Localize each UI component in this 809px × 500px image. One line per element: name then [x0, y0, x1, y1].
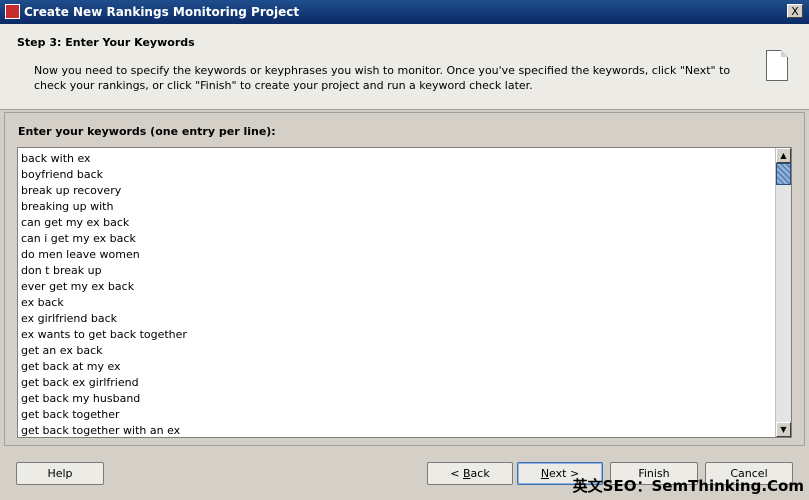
app-icon [5, 4, 20, 19]
keyword-line: get back together with an ex [21, 424, 181, 437]
close-button[interactable]: X [787, 4, 803, 18]
title-bar: Create New Rankings Monitoring Project X [0, 0, 809, 24]
keyword-line: ex wants to get back together [21, 328, 187, 341]
keyword-line: get back at my ex [21, 360, 121, 373]
keywords-textarea[interactable]: back with ex boyfriend back break up recov… [17, 147, 792, 438]
keyword-line: back with ex [21, 152, 91, 165]
keyword-list: back with ex boyfriend back break up recov… [18, 148, 791, 437]
keyword-line: can get my ex back [21, 216, 130, 229]
back-rest: ack [470, 467, 490, 480]
back-prefix: < [450, 467, 463, 480]
scroll-up-button[interactable]: ▲ [776, 148, 791, 163]
document-icon [766, 50, 788, 81]
keyword-line: boyfriend back [21, 168, 104, 181]
keyword-line: can i get my ex back [21, 232, 136, 245]
step-title: Step 3: Enter Your Keywords [17, 36, 195, 49]
keyword-line: ex girlfriend back [21, 312, 118, 325]
next-mnemonic: N [540, 467, 550, 480]
keyword-line: break up recovery [21, 184, 122, 197]
step-description: Now you need to specify the keywords or … [34, 64, 731, 92]
back-button[interactable]: < Back [427, 462, 513, 485]
keywords-label: Enter your keywords (one entry per line)… [18, 125, 276, 138]
keyword-line: get an ex back [21, 344, 103, 357]
keyword-line: don t break up [21, 264, 102, 277]
keyword-line: breaking up with [21, 200, 114, 213]
help-button[interactable]: Help [16, 462, 104, 485]
keyword-line: do men leave women [21, 248, 140, 261]
keyword-line: ever get my ex back [21, 280, 135, 293]
keyword-line: get back my husband [21, 392, 141, 405]
window-title: Create New Rankings Monitoring Project [24, 5, 300, 19]
watermark: 英文SEO：SemThinking.Com [572, 477, 804, 495]
keyword-line: get back together [21, 408, 120, 421]
wizard-header: Step 3: Enter Your Keywords Now you need… [0, 24, 809, 110]
keyword-line: ex back [21, 296, 64, 309]
vertical-scrollbar[interactable]: ▲ ▼ [775, 148, 791, 437]
scroll-thumb[interactable] [776, 163, 791, 185]
back-mnemonic: B [463, 467, 471, 480]
keyword-line: get back ex girlfriend [21, 376, 139, 389]
scroll-down-button[interactable]: ▼ [776, 422, 791, 437]
